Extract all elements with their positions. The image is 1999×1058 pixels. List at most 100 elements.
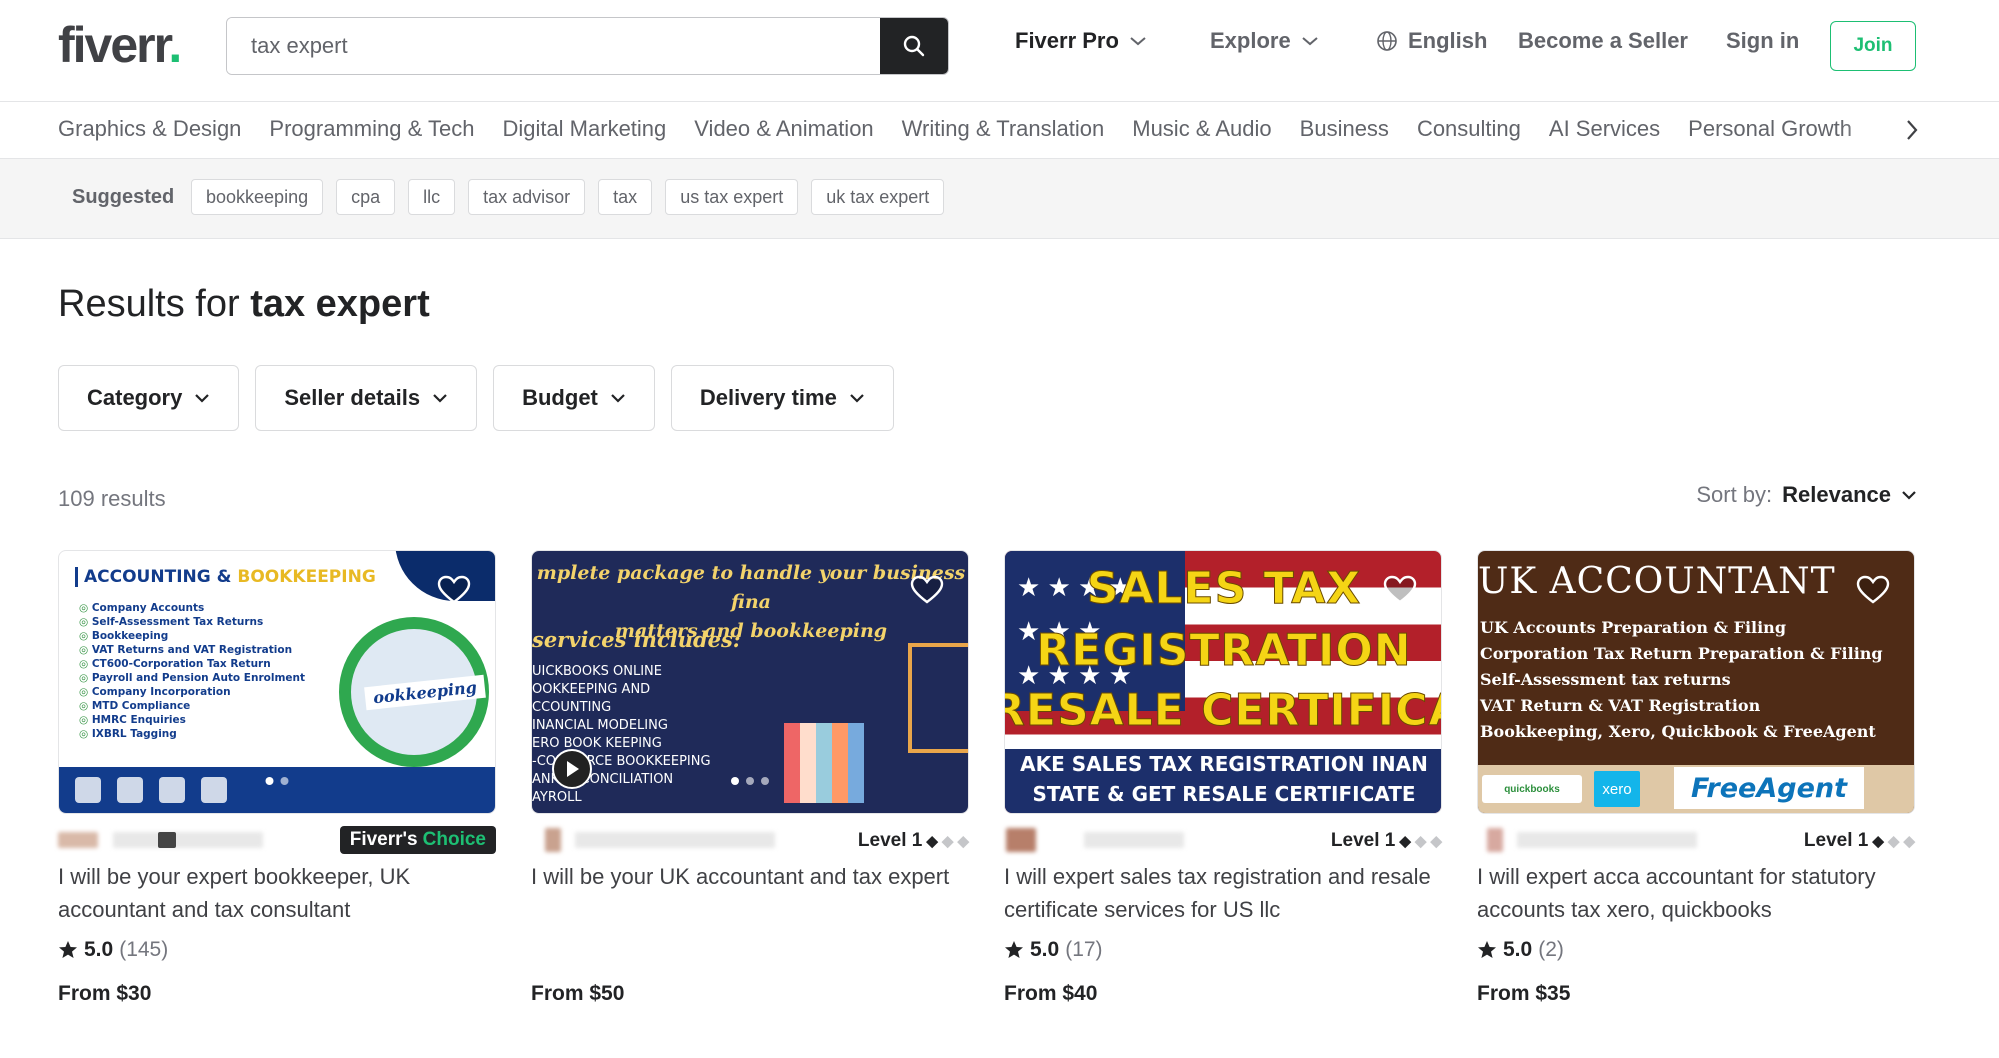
rating-value: 5.0 (1030, 938, 1060, 961)
seller-info: Level 1 ◆ ◆ ◆ (531, 826, 969, 856)
gig-thumbnail[interactable]: UK ACCOUNTANT UK Accounts Preparation & … (1477, 550, 1915, 814)
thumbnail-band (59, 767, 495, 813)
thumbnail-service: Company Accounts (79, 601, 305, 615)
seller-name-redacted (1084, 832, 1184, 848)
suggested-chip[interactable]: tax (598, 179, 653, 215)
thumbnail-service: VAT Returns and VAT Registration (79, 643, 305, 657)
thumbnail-line-1: mplete package to handle your business f… (536, 562, 966, 613)
avatar[interactable] (58, 832, 98, 848)
save-favorite-button[interactable] (437, 575, 471, 610)
gig-price[interactable]: From $35 (1477, 982, 1915, 1006)
thumbnail-service: OOKKEEPING AND (532, 682, 651, 697)
filter-seller-details[interactable]: Seller details (255, 365, 478, 431)
carousel-dots[interactable] (1204, 741, 1242, 749)
gig-title[interactable]: I will expert sales tax registration and… (1004, 860, 1442, 926)
category-item[interactable]: Music & Audio (1132, 116, 1271, 142)
thumbnail-line-1: SALES TAX (1086, 563, 1362, 615)
thumbnail-service: CCOUNTING (532, 700, 612, 715)
chevron-down-icon (195, 394, 210, 403)
play-video-button[interactable] (552, 749, 592, 789)
category-next-button[interactable] (1905, 118, 1919, 147)
suggested-chip[interactable]: cpa (336, 179, 396, 215)
seller-info: Level 1 ◆ ◆ ◆ (1004, 826, 1442, 856)
results-count: 109 results (58, 486, 166, 511)
sign-in-link[interactable]: Sign in (1726, 30, 1799, 52)
gig-card[interactable]: SALES TAX REGISTRATION RESALE CERTIFICAT… (1004, 550, 1442, 1006)
category-item[interactable]: Video & Animation (694, 116, 873, 142)
filter-delivery-time[interactable]: Delivery time (670, 365, 894, 431)
category-item[interactable]: Programming & Tech (269, 116, 474, 142)
thumbnail-service: Bookkeeping, Xero, Quickbook & FreeAgent (1480, 722, 1876, 741)
thumbnail-line-2: REGISTRATION (1036, 625, 1412, 677)
filter-label: Seller details (284, 385, 421, 410)
suggested-chip[interactable]: tax advisor (468, 179, 586, 215)
gig-card[interactable]: UK ACCOUNTANT UK Accounts Preparation & … (1477, 550, 1915, 1006)
suggested-chip[interactable]: llc (408, 179, 456, 215)
category-nav: Graphics & Design Programming & Tech Dig… (0, 102, 1999, 159)
gig-price[interactable]: From $30 (58, 982, 496, 1006)
avatar[interactable] (545, 828, 561, 852)
gig-card[interactable]: ACCOUNTING & BOOKKEEPING Company Account… (58, 550, 496, 1006)
language-selector[interactable]: English (1376, 30, 1487, 52)
level-label: Level 1 (1330, 830, 1396, 851)
fiverr-logo[interactable]: fiverr. (58, 20, 182, 70)
category-item[interactable]: Graphics & Design (58, 116, 241, 142)
search-icon (903, 35, 925, 57)
gig-title[interactable]: I will expert acca accountant for statut… (1477, 860, 1915, 926)
review-count: (2) (1538, 938, 1564, 961)
thumbnail-heading-a: ACCOUNTING & (84, 567, 232, 587)
explore-menu[interactable]: Explore (1210, 30, 1319, 52)
join-button[interactable]: Join (1830, 21, 1916, 71)
thumbnail-service: INANCIAL MODELING (532, 718, 668, 733)
gig-title[interactable]: I will be your expert bookkeeper, UK acc… (58, 860, 496, 926)
gig-price[interactable]: From $50 (531, 982, 969, 1006)
level-diamond-icon: ◆ (957, 833, 969, 850)
filter-label: Delivery time (699, 385, 837, 410)
save-favorite-button[interactable] (1383, 575, 1417, 610)
suggested-chip[interactable]: bookkeeping (191, 179, 324, 215)
thumbnail-service-list: UICKBOOKS ONLINE OOKKEEPING AND CCOUNTIN… (532, 663, 711, 807)
avatar[interactable] (1487, 828, 1503, 852)
level-diamond-icon: ◆ (1903, 833, 1915, 850)
gig-price[interactable]: From $40 (1004, 982, 1442, 1006)
level-label: Level 1 (857, 830, 923, 851)
carousel-dots[interactable] (265, 777, 289, 785)
gig-thumbnail[interactable]: mplete package to handle your business f… (531, 550, 969, 814)
review-count: (145) (119, 938, 169, 961)
category-item[interactable]: Personal Growth (1688, 116, 1852, 142)
fiverr-pro-menu[interactable]: Fiverr Pro (1015, 30, 1147, 52)
thumbnail-heading: UK ACCOUNTANT (1478, 561, 1836, 602)
carousel-dots[interactable] (731, 777, 769, 785)
gig-title[interactable]: I will be your UK accountant and tax exp… (531, 860, 969, 926)
header: fiverr. Fiverr Pro Explore English Becom… (0, 0, 1999, 102)
results-title: Results for tax expert (58, 283, 430, 326)
save-favorite-button[interactable] (910, 575, 944, 610)
gig-card[interactable]: mplete package to handle your business f… (531, 550, 969, 1006)
thumbnail-strip-1: AKE SALES TAX REGISTRATION INAN (1020, 752, 1428, 776)
seller-info: Fiverr's Choice (58, 826, 496, 856)
category-item[interactable]: Writing & Translation (902, 116, 1105, 142)
search-input[interactable] (227, 18, 881, 74)
heart-icon (910, 575, 944, 604)
category-item[interactable]: Business (1300, 116, 1389, 142)
filter-category[interactable]: Category (58, 365, 240, 431)
category-item[interactable]: Digital Marketing (502, 116, 666, 142)
category-item[interactable]: AI Services (1549, 116, 1660, 142)
sort-dropdown[interactable]: Sort by: Relevance (1696, 482, 1917, 508)
suggested-chip[interactable]: uk tax expert (811, 179, 945, 215)
become-seller-link[interactable]: Become a Seller (1518, 30, 1688, 52)
level-diamond-icon: ◆ (941, 833, 954, 850)
search-button[interactable] (880, 18, 948, 74)
gig-thumbnail[interactable]: ACCOUNTING & BOOKKEEPING Company Account… (58, 550, 496, 814)
category-item[interactable]: Consulting (1417, 116, 1521, 142)
gig-thumbnail[interactable]: SALES TAX REGISTRATION RESALE CERTIFICAT… (1004, 550, 1442, 814)
thumbnail-heading-b: BOOKKEEPING (237, 567, 376, 587)
gig-rating: 5.0 (2) (1477, 938, 1915, 962)
rating-value: 5.0 (84, 938, 114, 961)
avatar[interactable] (1006, 828, 1036, 852)
thumbnail-band: quickbooks xero FreeAgent (1478, 765, 1914, 813)
save-favorite-button[interactable] (1856, 575, 1890, 610)
suggested-chip[interactable]: us tax expert (665, 179, 799, 215)
seller-info: Level 1 ◆ ◆ ◆ (1477, 826, 1915, 856)
filter-budget[interactable]: Budget (493, 365, 655, 431)
